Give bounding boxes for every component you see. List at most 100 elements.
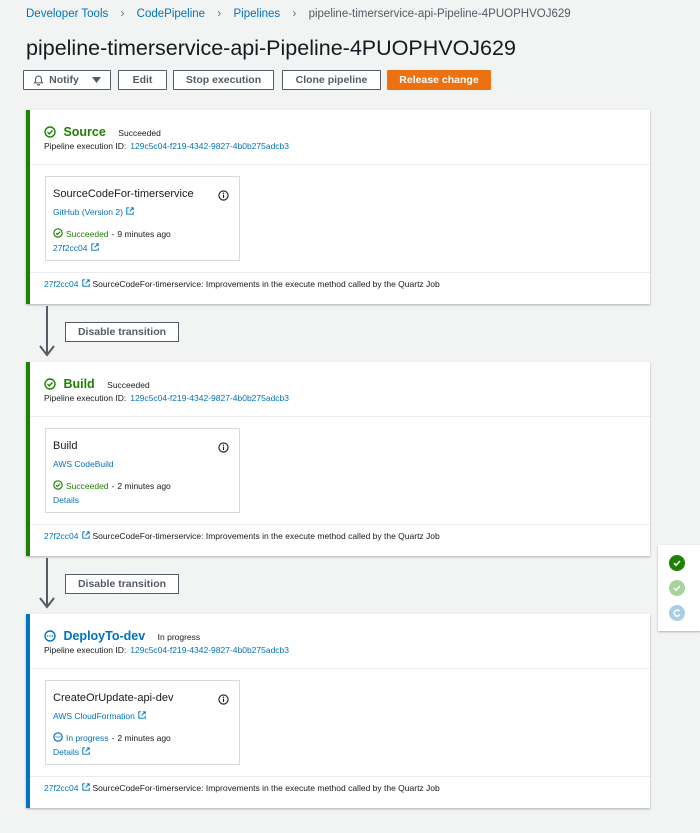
provider-label: AWS CodeBuild: [53, 459, 114, 469]
stage-header: Source Succeeded: [44, 123, 161, 143]
arrow-down-icon: [39, 558, 55, 609]
commit-message: SourceCodeFor-timerservice: Improvements…: [92, 279, 440, 289]
action-status: In progress - 2 minutes ago: [53, 732, 171, 744]
divider: [30, 776, 650, 777]
stop-execution-button[interactable]: Stop execution: [173, 70, 274, 90]
transition-arrow: [37, 558, 57, 610]
action-link[interactable]: Details: [53, 495, 79, 505]
stage-build: Build Succeeded Pipeline execution ID: 12…: [26, 362, 650, 556]
external-link-icon: [81, 783, 90, 793]
stage-status: Succeeded: [118, 128, 161, 138]
disable-transition-button[interactable]: Disable transition: [65, 322, 179, 342]
page-title: pipeline-timerservice-api-Pipeline-4PUOP…: [26, 36, 516, 60]
clone-pipeline-button[interactable]: Clone pipeline: [282, 70, 381, 90]
breadcrumb-pipelines[interactable]: Pipelines: [234, 8, 281, 20]
breadcrumb-current: pipeline-timerservice-api-Pipeline-4PUOP…: [308, 8, 571, 20]
execution-id-row: Pipeline execution ID: 129c5c04-f219-4342…: [44, 393, 289, 403]
external-link-icon: [126, 207, 134, 217]
release-change-button[interactable]: Release change: [387, 70, 491, 90]
action-time: 9 minutes ago: [117, 229, 171, 239]
execution-id-link[interactable]: 129c5c04-f219-4342-9827-4b0b275adcb3: [130, 141, 289, 151]
execution-id-label: Pipeline execution ID:: [44, 645, 127, 655]
external-link-icon: [138, 711, 146, 721]
action-card: CreateOrUpdate-api-dev AWS CloudFormatio…: [45, 680, 240, 765]
execution-id-link[interactable]: 129c5c04-f219-4342-9827-4b0b275adcb3: [130, 645, 289, 655]
commit-id-link[interactable]: 27f2cc04: [44, 531, 79, 541]
divider: [30, 164, 650, 165]
separator-dash: -: [111, 481, 115, 491]
action-time: 2 minutes ago: [117, 481, 171, 491]
check-circle-icon: [53, 480, 63, 492]
stage-name[interactable]: Source: [63, 125, 105, 139]
execution-id-row: Pipeline execution ID: 129c5c04-f219-4342…: [44, 645, 289, 655]
commit-id-link[interactable]: 27f2cc04: [44, 279, 79, 289]
arrow-down-icon: [39, 306, 55, 357]
info-icon[interactable]: [218, 440, 229, 458]
commit-message: SourceCodeFor-timerservice: Improvements…: [92, 531, 440, 541]
action-name: Build: [53, 440, 78, 452]
action-link-label: 27f2cc04: [53, 243, 88, 253]
action-card: Build AWS CodeBuild Succeeded - 2 minute…: [45, 428, 240, 513]
action-status: Succeeded - 9 minutes ago: [53, 228, 171, 240]
breadcrumb-separator-icon: ›: [292, 6, 297, 20]
disable-transition-button[interactable]: Disable transition: [65, 574, 179, 594]
check-circle-icon[interactable]: [669, 580, 685, 596]
in-progress-icon: [53, 732, 63, 744]
stage-source: Source Succeeded Pipeline execution ID: 1…: [26, 110, 650, 304]
action-provider[interactable]: AWS CloudFormation: [53, 711, 146, 721]
provider-label: GitHub (Version 2): [53, 207, 123, 217]
check-circle-icon[interactable]: [669, 555, 685, 571]
separator-dash: -: [111, 733, 115, 743]
edit-button[interactable]: Edit: [118, 70, 167, 90]
stage-status: In progress: [157, 632, 201, 642]
divider: [30, 524, 650, 525]
action-name: CreateOrUpdate-api-dev: [53, 692, 174, 704]
action-status: Succeeded - 2 minutes ago: [53, 480, 171, 492]
provider-label: AWS CloudFormation: [53, 711, 135, 721]
stage-header: Build Succeeded: [44, 375, 150, 395]
info-icon[interactable]: [218, 188, 229, 206]
action-status-label: In progress: [66, 733, 109, 743]
action-status-label: Succeeded: [66, 229, 109, 239]
in-progress-icon[interactable]: [669, 605, 685, 621]
action-card: SourceCodeFor-timerservice GitHub (Versi…: [45, 176, 240, 261]
external-link-icon: [81, 531, 90, 541]
action-link[interactable]: Details: [53, 747, 90, 757]
stage-status-panel: [658, 545, 700, 631]
stage-name[interactable]: Build: [63, 377, 94, 391]
commit-row: 27f2cc04 SourceCodeFor-timerservice: Imp…: [44, 531, 440, 541]
stage-deploy-dev: DeployTo-dev In progress Pipeline execut…: [26, 614, 650, 808]
stage-status-bar: [26, 614, 30, 808]
stage-name[interactable]: DeployTo-dev: [63, 629, 145, 643]
info-icon[interactable]: [218, 692, 229, 710]
action-name: SourceCodeFor-timerservice: [53, 188, 194, 200]
execution-id-row: Pipeline execution ID: 129c5c04-f219-4342…: [44, 141, 289, 151]
breadcrumb-separator-icon: ›: [217, 6, 222, 20]
action-provider[interactable]: AWS CodeBuild: [53, 459, 114, 469]
commit-row: 27f2cc04 SourceCodeFor-timerservice: Imp…: [44, 783, 440, 793]
check-circle-icon: [53, 228, 63, 240]
stage-header: DeployTo-dev In progress: [44, 627, 200, 647]
caret-down-icon: [91, 77, 101, 83]
execution-id-link[interactable]: 129c5c04-f219-4342-9827-4b0b275adcb3: [130, 393, 289, 403]
breadcrumb: Developer Tools › CodePipeline › Pipelin…: [26, 6, 571, 20]
divider: [30, 416, 650, 417]
action-status-label: Succeeded: [66, 481, 109, 491]
external-link-icon: [81, 279, 90, 289]
notify-button[interactable]: Notify: [23, 70, 111, 90]
commit-message: SourceCodeFor-timerservice: Improvements…: [92, 783, 440, 793]
breadcrumb-separator-icon: ›: [120, 6, 125, 20]
action-link[interactable]: 27f2cc04: [53, 243, 99, 253]
stage-status-bar: [26, 362, 30, 556]
action-provider[interactable]: GitHub (Version 2): [53, 207, 134, 217]
execution-id-label: Pipeline execution ID:: [44, 393, 127, 403]
separator-dash: -: [111, 229, 115, 239]
commit-id-link[interactable]: 27f2cc04: [44, 783, 79, 793]
execution-id-label: Pipeline execution ID:: [44, 141, 127, 151]
breadcrumb-developer-tools[interactable]: Developer Tools: [26, 8, 108, 20]
breadcrumb-codepipeline[interactable]: CodePipeline: [137, 8, 205, 20]
transition-arrow: [37, 306, 57, 358]
notify-label: Notify: [49, 74, 79, 86]
external-link-icon: [82, 747, 90, 757]
commit-row: 27f2cc04 SourceCodeFor-timerservice: Imp…: [44, 279, 440, 289]
